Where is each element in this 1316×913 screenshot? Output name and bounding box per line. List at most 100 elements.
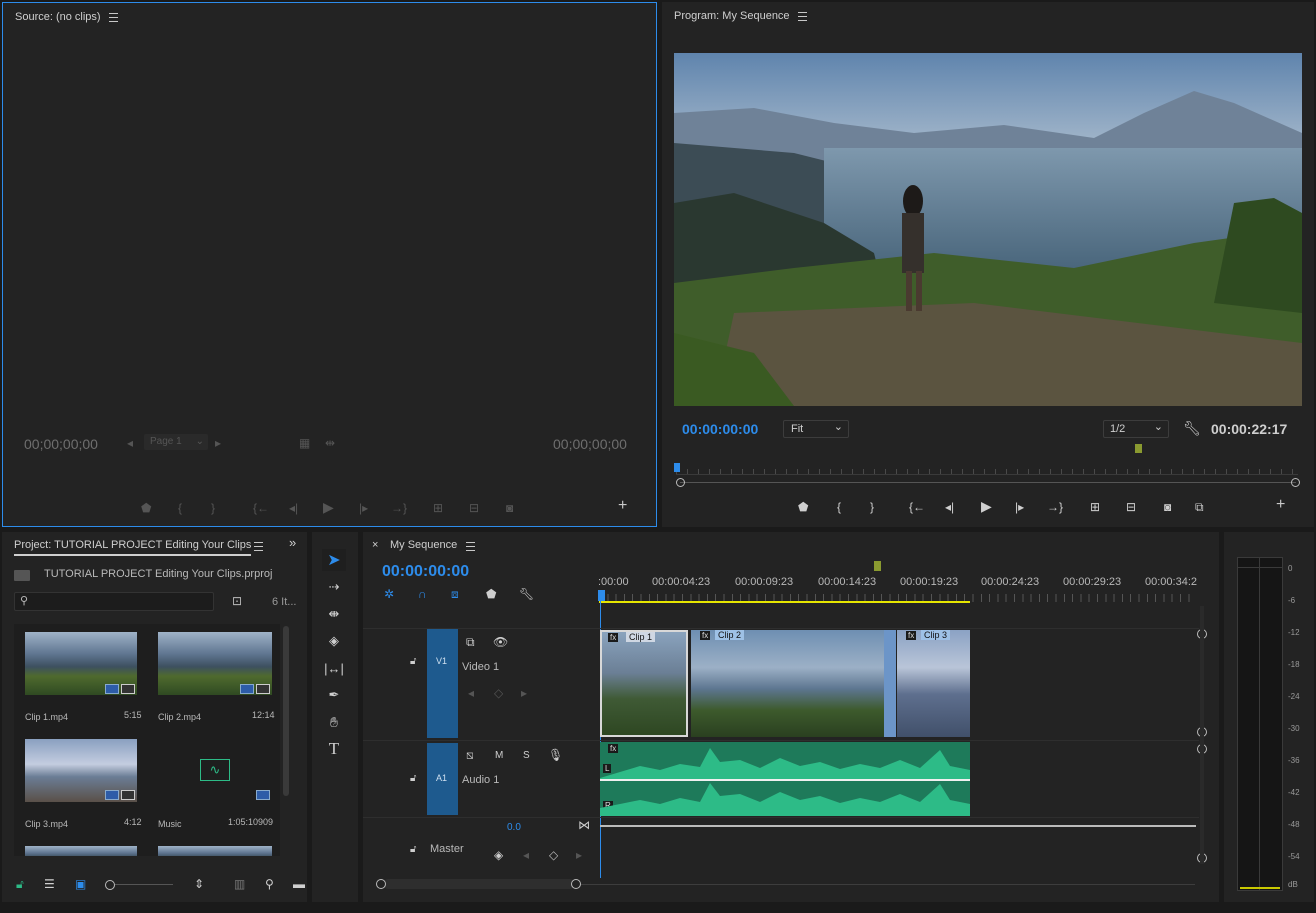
zoom-handle-left[interactable] [376, 879, 386, 889]
music-name[interactable]: Music [158, 819, 182, 829]
audio-clip[interactable]: fx L R [600, 742, 970, 816]
automate-sequence-icon[interactable]: ▥ [234, 877, 245, 891]
go-to-in-icon[interactable]: {← [253, 501, 269, 515]
add-keyframe-icon[interactable]: ◈ [494, 848, 503, 862]
project-panel-title[interactable]: Project: TUTORIAL PROJECT Editing Your C… [14, 539, 252, 556]
prev-keyframe-icon[interactable]: ◂ [468, 686, 474, 700]
add-marker-icon[interactable]: ⬟ [798, 500, 808, 514]
step-forward-icon[interactable]: |▸ [359, 501, 368, 515]
export-frame-icon[interactable]: ◙ [506, 501, 513, 515]
ripple-edit-tool-icon[interactable]: ⇼ [322, 603, 346, 625]
zoom-handle-right[interactable] [571, 879, 581, 889]
pen-tool-icon[interactable]: ✒ [322, 684, 346, 706]
source-menu-icon[interactable] [109, 13, 118, 22]
zoom-handle-left[interactable] [676, 478, 685, 487]
master-bow-tie-icon[interactable]: ⋈ [578, 818, 590, 832]
timeline-zoom-bar[interactable] [383, 879, 575, 889]
mark-out-icon[interactable]: } [211, 501, 215, 515]
clip-3-name[interactable]: Clip 3.mp4 [25, 819, 68, 829]
clip-2-thumbnail[interactable] [158, 632, 272, 695]
resolution-select[interactable]: 1/2 ⌄ [1103, 420, 1169, 438]
video-clip-2[interactable]: fx Clip 2 [691, 630, 884, 737]
prev-page-icon[interactable]: ◂ [127, 436, 133, 450]
go-to-out-icon[interactable]: →} [391, 501, 407, 515]
timeline-settings-wrench-icon[interactable]: 🔧︎ [519, 587, 534, 601]
program-marker[interactable] [1135, 444, 1142, 453]
add-button-icon[interactable]: + [1276, 497, 1285, 513]
type-tool-icon[interactable]: T [322, 738, 346, 760]
program-menu-icon[interactable] [798, 12, 807, 21]
mark-in-icon[interactable]: { [837, 500, 841, 514]
v1-lock-icon[interactable]: 🔓︎ [410, 655, 416, 669]
project-menu-icon[interactable] [254, 542, 263, 551]
lift-icon[interactable]: ⊞ [1090, 500, 1100, 514]
go-to-out-icon[interactable]: →} [1047, 500, 1063, 514]
work-area-bar[interactable] [599, 601, 970, 603]
track-select-tool-icon[interactable]: ⇢ [322, 576, 346, 598]
toggle-output-eye-icon[interactable]: 👁︎ [493, 635, 508, 649]
linked-selection-icon[interactable]: ⧈ [451, 587, 459, 601]
drag-video-icon[interactable]: ⇹ [325, 436, 335, 450]
zoom-slider-track[interactable] [115, 884, 173, 885]
a1-source-patch[interactable]: A1 [427, 743, 458, 815]
slip-tool-icon[interactable]: |↔| [322, 657, 346, 679]
item-5-thumbnail[interactable] [25, 846, 137, 856]
extract-icon[interactable]: ⊟ [1126, 500, 1136, 514]
selection-tool-icon[interactable]: ➤ [322, 549, 346, 571]
freeform-view-icon[interactable]: ▦ [299, 436, 310, 450]
expand-panels-icon[interactable]: » [289, 536, 296, 550]
project-search-input[interactable]: ⚲ [14, 592, 214, 611]
mark-out-icon[interactable]: } [870, 500, 874, 514]
mark-in-icon[interactable]: { [178, 501, 182, 515]
timeline-marker[interactable] [874, 561, 881, 571]
zoom-slider-handle[interactable] [105, 880, 115, 890]
program-timecode[interactable]: 00:00:00:00 [682, 421, 758, 437]
hand-tool-icon[interactable]: ✋︎ [322, 711, 346, 733]
comparison-view-icon[interactable]: ⧉ [1195, 500, 1204, 514]
icon-view-icon[interactable]: ▣ [75, 877, 86, 891]
close-tab-icon[interactable]: × [372, 539, 378, 551]
insert-icon[interactable]: ⊞ [433, 501, 443, 515]
fit-select[interactable]: Fit ⌄ [783, 420, 849, 438]
a1-lock-icon[interactable]: 🔓︎ [410, 772, 416, 786]
list-view-icon[interactable]: ☰ [44, 877, 55, 891]
add-marker-icon[interactable]: ⬟ [141, 501, 151, 515]
project-scrollbar[interactable] [283, 626, 289, 796]
keyframe-diamond-icon[interactable]: ◇ [549, 848, 558, 862]
timeline-timecode[interactable]: 00:00:00:00 [382, 563, 469, 581]
step-back-icon[interactable]: ◂| [945, 500, 954, 514]
program-zoom-bar[interactable] [680, 482, 1296, 483]
timeline-tab-title[interactable]: My Sequence [390, 539, 457, 551]
mute-track-button[interactable]: M [495, 749, 503, 763]
razor-tool-icon[interactable]: ◈ [322, 630, 346, 652]
sort-icon[interactable]: ⇕ [194, 877, 204, 891]
v-scrollbar-track[interactable] [1200, 606, 1204, 864]
toggle-sync-lock-icon[interactable]: ⧅ [466, 748, 474, 762]
snap-magnet-icon[interactable]: ∩ [418, 587, 427, 601]
transition-gap[interactable] [884, 630, 896, 737]
step-forward-icon[interactable]: |▸ [1015, 500, 1024, 514]
go-to-in-icon[interactable]: {← [909, 500, 925, 514]
find-icon[interactable]: ⊡ [232, 594, 242, 608]
settings-wrench-icon[interactable]: 🔧︎ [1183, 421, 1201, 435]
export-frame-icon[interactable]: ◙ [1164, 500, 1171, 514]
solo-track-button[interactable]: S [523, 749, 530, 763]
find-icon[interactable]: ⚲ [265, 877, 274, 891]
lock-icon[interactable]: 🔓︎ [16, 877, 24, 891]
add-marker-icon[interactable]: ⬟ [486, 587, 496, 601]
program-ruler[interactable] [676, 462, 1298, 475]
add-keyframe-icon[interactable]: ◇ [494, 686, 503, 700]
play-icon[interactable]: ▶ [323, 500, 334, 514]
next-keyframe-icon[interactable]: ▸ [521, 686, 527, 700]
program-playhead[interactable] [674, 463, 680, 472]
item-6-thumbnail[interactable] [158, 846, 272, 856]
step-back-icon[interactable]: ◂| [289, 501, 298, 515]
page-select[interactable]: Page 1 ⌄ [144, 434, 208, 450]
add-button-icon[interactable]: + [618, 498, 627, 514]
overwrite-icon[interactable]: ⊟ [469, 501, 479, 515]
next-page-icon[interactable]: ▸ [215, 436, 221, 450]
play-icon[interactable]: ▶ [981, 499, 992, 513]
master-volume-value[interactable]: 0.0 [507, 822, 521, 833]
toggle-sync-lock-icon[interactable]: ⧉ [466, 635, 475, 649]
zoom-handle-right[interactable] [1291, 478, 1300, 487]
